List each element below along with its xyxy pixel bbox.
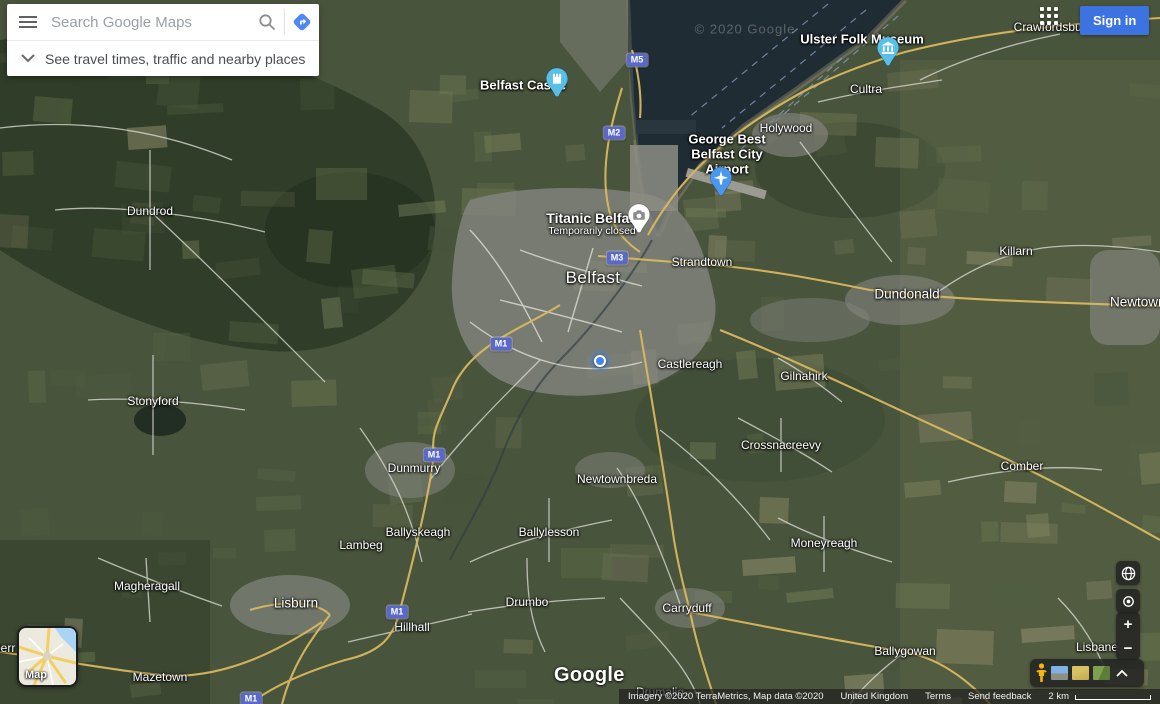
sign-in-button[interactable]: Sign in (1080, 6, 1149, 35)
travel-times-row[interactable]: See travel times, traffic and nearby pla… (7, 40, 319, 76)
map-label-castlereagh[interactable]: Castlereagh (658, 357, 723, 371)
my-location-button[interactable] (1116, 589, 1140, 613)
menu-icon[interactable] (11, 4, 45, 40)
region-label: United Kingdom (841, 691, 909, 702)
castle-pin[interactable] (545, 67, 569, 103)
attribution-bar: Imagery ©2020 TerraMetrics, Map data ©20… (619, 689, 1160, 704)
search-input[interactable] (45, 14, 250, 31)
current-location-dot[interactable] (589, 350, 611, 372)
google-apps-icon[interactable] (1040, 7, 1062, 29)
globe-view-button[interactable] (1116, 561, 1140, 585)
map-label-lisburn[interactable]: Lisburn (274, 596, 318, 611)
pegman-icon[interactable] (1036, 663, 1047, 683)
motorway-shield-m2: M2 (604, 127, 625, 140)
map-label-cultra[interactable]: Cultra (850, 82, 882, 96)
map-label-mazetown[interactable]: Mazetown (133, 670, 188, 684)
imagery-credit: Imagery ©2020 TerraMetrics, Map data ©20… (628, 691, 823, 702)
zoom-out-button[interactable]: − (1116, 636, 1140, 660)
map-label-drumbo[interactable]: Drumbo (506, 595, 549, 609)
motorway-shield-m5: M5 (627, 54, 648, 67)
museum-pin[interactable] (876, 36, 900, 72)
map-label-ballylesson[interactable]: Ballylesson (519, 525, 580, 539)
send-feedback-link[interactable]: Send feedback (968, 691, 1031, 702)
motorway-shield-m1: M1 (424, 449, 445, 462)
map-label-ballygowan[interactable]: Ballygowan (874, 644, 935, 658)
imagery-thumbnail-2[interactable] (1093, 666, 1110, 680)
map-label-killarn[interactable]: Killarn (999, 244, 1032, 258)
map-label-dundonald[interactable]: Dundonald (874, 287, 939, 302)
scale-bar (1075, 695, 1151, 700)
map-label-moneyreagh[interactable]: Moneyreagh (791, 536, 858, 550)
map-label-holywood[interactable]: Holywood (760, 121, 813, 135)
map-label-crossnacreevy[interactable]: Crossnacreevy (741, 438, 821, 452)
motorway-shield-m1: M1 (241, 693, 262, 704)
minimap-label: Map (25, 669, 47, 681)
zoom-in-button[interactable]: + (1116, 612, 1140, 636)
imagery-watermark: © 2020 Google (695, 22, 796, 37)
map-label-hillhall[interactable]: Hillhall (394, 620, 429, 634)
search-icon[interactable] (250, 4, 284, 40)
map-label-belfast[interactable]: Belfast (566, 268, 621, 288)
camera-pin[interactable] (627, 203, 651, 239)
map-label-dunmurry[interactable]: Dunmurry (388, 461, 441, 475)
map-label-carryduff[interactable]: Carryduff (662, 601, 711, 615)
search-panel: See travel times, traffic and nearby pla… (7, 4, 319, 76)
map-canvas[interactable]: Ulster Folk MuseumCrawfordsburnCultraBel… (0, 0, 1160, 704)
map-label-newtownbreda[interactable]: Newtownbreda (577, 472, 657, 486)
terms-link[interactable]: Terms (925, 691, 951, 702)
imagery-thumbnail-1[interactable] (1072, 666, 1089, 680)
scale-control[interactable]: 2 km (1048, 691, 1151, 702)
google-logo[interactable]: Google (554, 664, 625, 687)
motorway-shield-m1: M1 (491, 338, 512, 351)
map-label-ballyskeagh[interactable]: Ballyskeagh (386, 525, 451, 539)
map-label-lambeg[interactable]: Lambeg (339, 538, 382, 552)
motorway-shield-m1: M1 (387, 606, 408, 619)
map-label-berr[interactable]: berr (0, 641, 15, 655)
map-label-comber[interactable]: Comber (1001, 459, 1044, 473)
scale-label: 2 km (1048, 691, 1069, 702)
map-label-newtowna[interactable]: Newtowna (1110, 295, 1160, 310)
map-label-lisbane[interactable]: Lisbane (1076, 640, 1118, 654)
satellite-imagery[interactable] (0, 0, 1160, 704)
airplane-pin[interactable] (709, 166, 733, 202)
collapse-chevron-icon[interactable] (1116, 669, 1128, 677)
imagery-bar (1030, 659, 1144, 687)
directions-icon[interactable] (285, 4, 319, 40)
map-label-stonyford[interactable]: Stonyford (127, 394, 178, 408)
zoom-control: + − (1116, 612, 1140, 660)
map-label-temporarily-closed[interactable]: Temporarily closed (548, 225, 636, 237)
travel-times-label: See travel times, traffic and nearby pla… (45, 51, 305, 67)
map-label-gilnahirk[interactable]: Gilnahirk (780, 369, 827, 383)
map-label-ulster-folk-museum[interactable]: Ulster Folk Museum (800, 32, 924, 47)
streetview-thumbnail[interactable] (1051, 666, 1068, 680)
map-mode-toggle[interactable]: Map (17, 626, 78, 687)
map-label-magheragall[interactable]: Magheragall (114, 579, 180, 593)
map-label-strandtown[interactable]: Strandtown (672, 255, 733, 269)
chevron-down-icon (11, 54, 45, 63)
motorway-shield-m3: M3 (607, 252, 628, 265)
map-label-dundrod[interactable]: Dundrod (127, 204, 173, 218)
